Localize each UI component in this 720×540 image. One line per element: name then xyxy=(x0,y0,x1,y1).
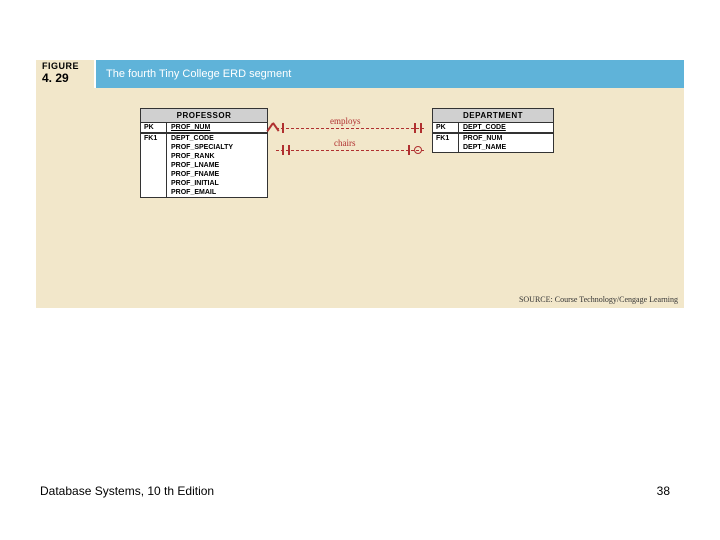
attr: PROF_NUM xyxy=(459,134,553,143)
diagram-body: PROFESSOR PK PROF_NUM FK1 DEPT_CODE PROF… xyxy=(36,88,684,308)
entity-professor-header: PROFESSOR xyxy=(141,109,267,123)
attr: PROF_SPECIALTY xyxy=(167,143,267,152)
entity-department-header: DEPARTMENT xyxy=(433,109,553,123)
cardinality-bar-icon xyxy=(408,145,410,155)
cardinality-bar-icon xyxy=(420,123,422,133)
fk-label: FK1 xyxy=(433,134,459,143)
entity-professor: PROFESSOR PK PROF_NUM FK1 DEPT_CODE PROF… xyxy=(140,108,268,198)
cardinality-bar-icon xyxy=(282,123,284,133)
pk-label: PK xyxy=(433,123,459,132)
figure-container: FIGURE 4. 29 The fourth Tiny College ERD… xyxy=(36,60,684,308)
source-credit: SOURCE: Course Technology/Cengage Learni… xyxy=(519,295,678,304)
relationship-employs-line xyxy=(276,128,424,129)
entity-department: DEPARTMENT PK DEPT_CODE FK1 PROF_NUM DEP… xyxy=(432,108,554,153)
figure-number: 4. 29 xyxy=(42,72,88,85)
footer-book-title: Database Systems, 10 th Edition xyxy=(40,484,214,498)
attr: PROF_LNAME xyxy=(167,161,267,170)
attr: PROF_EMAIL xyxy=(167,188,267,197)
pk-label: PK xyxy=(141,123,167,132)
attr: PROF_INITIAL xyxy=(167,179,267,188)
crowsfoot-many-icon xyxy=(268,122,278,134)
cardinality-bar-icon xyxy=(282,145,284,155)
figure-number-box: FIGURE 4. 29 xyxy=(36,60,96,88)
pk-attr: PROF_NUM xyxy=(167,123,267,132)
relationship-employs-label: employs xyxy=(330,116,361,126)
pk-attr: DEPT_CODE xyxy=(459,123,553,132)
attr: DEPT_NAME xyxy=(459,143,553,152)
attr: PROF_RANK xyxy=(167,152,267,161)
figure-title: The fourth Tiny College ERD segment xyxy=(96,60,684,88)
cardinality-bar-icon xyxy=(288,145,290,155)
attr: DEPT_CODE xyxy=(167,134,267,143)
cardinality-zero-icon xyxy=(414,146,422,154)
page-number: 38 xyxy=(657,484,670,498)
fk-label: FK1 xyxy=(141,134,167,143)
attr: PROF_FNAME xyxy=(167,170,267,179)
relationship-chairs-label: chairs xyxy=(334,138,356,148)
relationship-chairs-line xyxy=(276,150,424,151)
cardinality-bar-icon xyxy=(414,123,416,133)
figure-header: FIGURE 4. 29 The fourth Tiny College ERD… xyxy=(36,60,684,88)
